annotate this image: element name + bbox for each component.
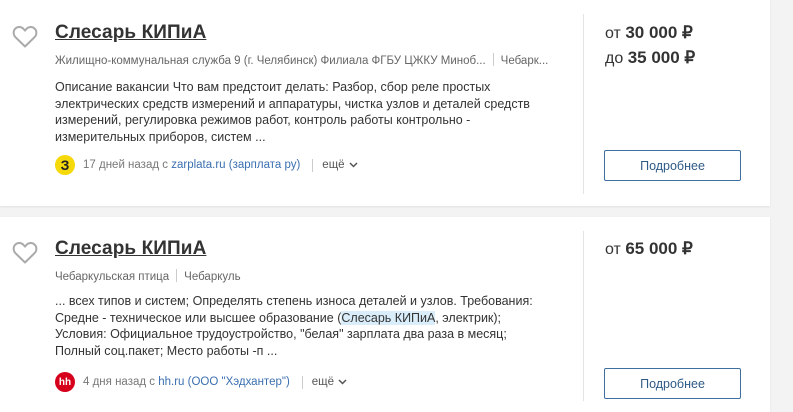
column-divider [583,14,584,194]
salary-to-prefix: до [605,50,624,67]
chevron-down-icon [349,162,358,168]
more-dropdown[interactable]: ещё [322,159,358,171]
details-button[interactable]: Подробнее [604,150,741,181]
more-label: ещё [322,159,345,171]
employer-name: Чебаркульская птица [55,271,170,283]
divider [492,53,494,66]
divider [312,158,314,172]
vacancy-card: Слесарь КИПиА Жилищно-коммунальная служб… [0,0,770,206]
divider [301,375,303,389]
salary-from-prefix: от [605,25,621,42]
city-name: Чебарк... [500,55,549,67]
salary-prefix: от [605,241,621,258]
more-label: ещё [311,376,335,388]
vacancy-description: Описание вакансии Что вам предстоит дела… [55,80,530,144]
details-button[interactable]: Подробнее [604,368,741,399]
employer-name: Жилищно-коммунальная служба 9 (г. Челяби… [55,55,486,67]
more-dropdown[interactable]: ещё [312,376,347,388]
vacancy-title[interactable]: Слесарь КИПиА [55,22,206,44]
description-highlight: Слесарь КИПиА [341,310,436,325]
salary-from: от 65 000 ₽ [605,239,693,259]
vacancy-card: Слесарь КИПиА Чебаркульская птица Чебарку… [0,217,770,412]
divider [176,269,178,282]
city-name: Чебаркуль [184,271,241,283]
salary-from-value: 30 000 ₽ [625,23,693,42]
salary-from: от 30 000 ₽ [605,23,693,43]
hh-logo-icon: hh [55,372,75,392]
posted-ago: 17 дней назад с [83,159,169,171]
source-link[interactable]: zarplata.ru (зарплата ру) [171,159,300,171]
vacancy-title[interactable]: Слесарь КИПиА [55,238,206,260]
posted-ago: 4 дня назад с [83,376,156,388]
salary-to-value: 35 000 ₽ [627,48,696,67]
vacancy-source: hh 4 дня назад с hh.ru (ООО "Хэдхантер")… [55,372,347,392]
vacancy-meta: Жилищно-коммунальная служба 9 (г. Челяби… [55,53,560,67]
vacancy-meta: Чебаркульская птица Чебаркуль [55,269,241,283]
favorite-heart-icon[interactable] [12,241,38,265]
zarplata-logo-icon: З [55,155,75,175]
vacancy-source: З 17 дней назад с zarplata.ru (зарплата … [55,155,358,175]
source-link[interactable]: hh.ru (ООО "Хэдхантер") [158,376,290,388]
favorite-heart-icon[interactable] [12,25,38,49]
vacancy-description: ... всех типов и систем; Определять степ… [55,293,535,359]
salary-value: 65 000 ₽ [625,239,693,258]
chevron-down-icon [338,379,347,385]
column-divider [583,231,584,401]
salary-to: до 35 000 ₽ [605,48,695,68]
